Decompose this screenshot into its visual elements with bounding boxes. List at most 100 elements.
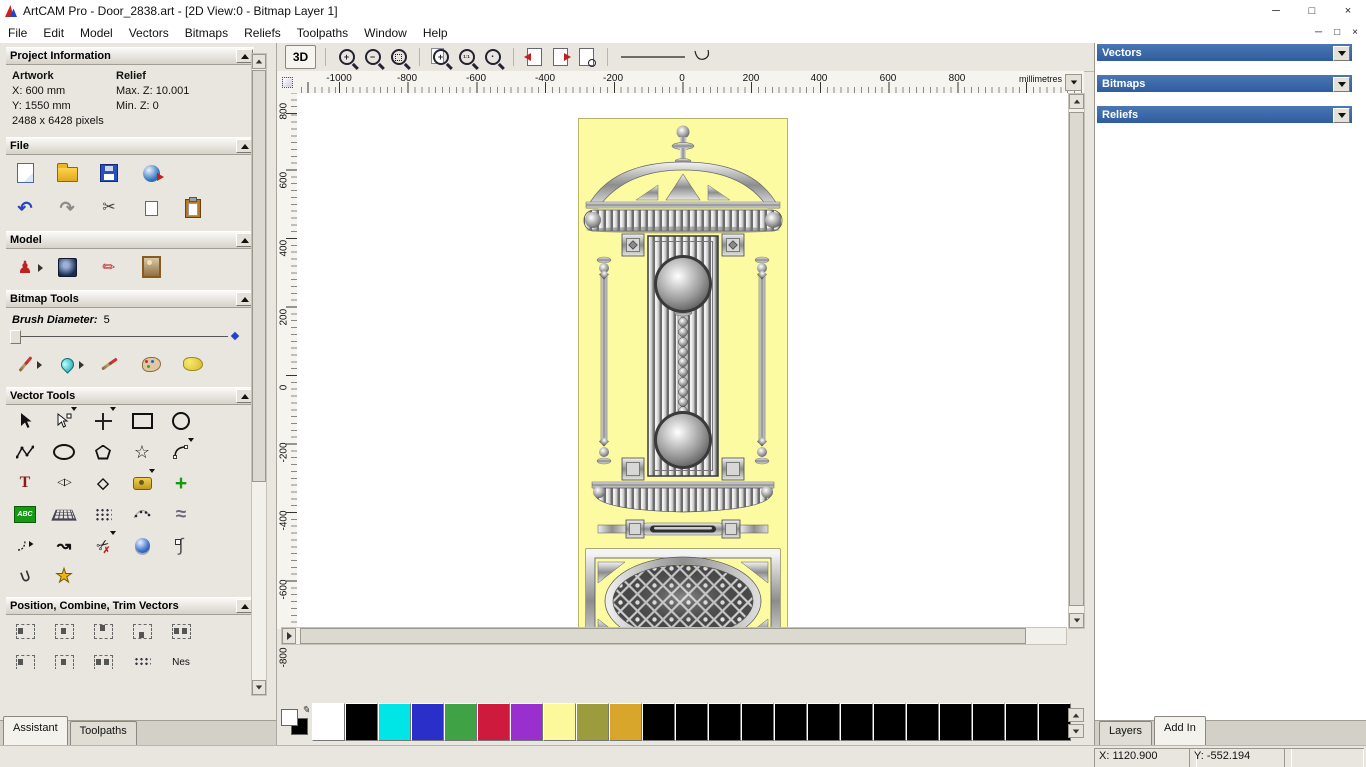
canvas-vertical-scrollbar[interactable]: [1068, 93, 1085, 629]
colour-swatch[interactable]: [345, 703, 378, 741]
scatter-copy-icon[interactable]: [127, 649, 157, 669]
palette-scroll-up-button[interactable]: [1068, 708, 1084, 722]
nesting-icon[interactable]: Nes: [166, 649, 196, 669]
create-circle-icon[interactable]: [166, 408, 196, 434]
edit-curve-icon[interactable]: [166, 532, 196, 558]
menu-help[interactable]: Help: [415, 24, 456, 42]
canvas-horizontal-scrollbar[interactable]: [281, 627, 1067, 645]
fillet-curve-icon[interactable]: [10, 532, 40, 558]
create-star-icon[interactable]: [127, 439, 157, 465]
colour-swatch[interactable]: [312, 703, 345, 741]
colour-swatch[interactable]: [411, 703, 444, 741]
mdi-close-button[interactable]: ×: [1352, 27, 1358, 38]
canvas-scroll-up-button[interactable]: [1069, 94, 1084, 109]
view-page-zoom-icon[interactable]: [575, 46, 598, 68]
reliefs-dropdown-button[interactable]: [1333, 108, 1350, 123]
bitmaps-dropdown-button[interactable]: [1333, 77, 1350, 92]
colour-swatch[interactable]: [1038, 703, 1071, 741]
combine-subtract-icon[interactable]: [49, 649, 79, 669]
colour-swatch[interactable]: [939, 703, 972, 741]
add-notes-icon[interactable]: [94, 254, 124, 280]
stroke-preview[interactable]: [617, 46, 717, 68]
primary-secondary-colour-indicator[interactable]: ✎: [281, 705, 310, 735]
door-relief-image[interactable]: [578, 118, 788, 629]
colour-swatch[interactable]: [510, 703, 543, 741]
zoom-page-icon[interactable]: [429, 46, 452, 68]
create-polygon-icon[interactable]: [88, 439, 118, 465]
colour-swatch[interactable]: [741, 703, 774, 741]
flood-fill-icon[interactable]: [52, 351, 84, 377]
colour-swatch[interactable]: [1005, 703, 1038, 741]
create-polyline-icon[interactable]: [10, 439, 40, 465]
menu-model[interactable]: Model: [72, 24, 121, 42]
select-vectors-icon[interactable]: [10, 408, 40, 434]
mdi-restore-button[interactable]: □: [1334, 27, 1340, 38]
colour-swatch[interactable]: [642, 703, 675, 741]
create-rectangle-icon[interactable]: [127, 408, 157, 434]
copy-icon[interactable]: [136, 195, 166, 221]
save-file-icon[interactable]: [94, 160, 124, 186]
colour-swatch[interactable]: [609, 703, 642, 741]
spray-draw-icon[interactable]: [94, 351, 124, 377]
menu-edit[interactable]: Edit: [35, 24, 72, 42]
align-centre-icon[interactable]: [49, 618, 79, 644]
zoom-out-icon[interactable]: [361, 46, 384, 68]
mirror-vectors-icon[interactable]: [49, 470, 79, 496]
menu-toolpaths[interactable]: Toolpaths: [289, 24, 356, 42]
combine-merge-icon[interactable]: [88, 649, 118, 669]
menu-window[interactable]: Window: [356, 24, 415, 42]
scrollbar-thumb[interactable]: [252, 70, 266, 483]
colour-swatch[interactable]: [378, 703, 411, 741]
tab-toolpaths[interactable]: Toolpaths: [69, 721, 137, 746]
paint-brush-icon[interactable]: [10, 351, 42, 377]
bitmaps-panel-header[interactable]: Bitmaps: [1097, 75, 1352, 92]
measure-tool-icon[interactable]: [127, 469, 157, 496]
create-arc-icon[interactable]: [166, 438, 196, 465]
zoom-1to1-icon[interactable]: [455, 46, 478, 68]
menu-file[interactable]: File: [0, 24, 35, 42]
align-bottom-icon[interactable]: [127, 618, 157, 644]
menu-bitmaps[interactable]: Bitmaps: [177, 24, 236, 42]
spline-arrow-icon[interactable]: [49, 532, 79, 558]
create-ellipse-icon[interactable]: [49, 439, 79, 465]
import-3d-model-icon[interactable]: [136, 160, 166, 186]
3d-view-button[interactable]: 3D: [285, 45, 316, 69]
set-model-size-icon[interactable]: [10, 254, 43, 280]
combine-union-icon[interactable]: [10, 649, 40, 669]
canvas-scroll-down-button[interactable]: [1069, 613, 1084, 628]
scroll-up-button[interactable]: [252, 54, 266, 69]
colour-swatch[interactable]: [543, 703, 576, 741]
vectors-dropdown-button[interactable]: [1333, 46, 1350, 61]
colour-swatch[interactable]: [840, 703, 873, 741]
menu-reliefs[interactable]: Reliefs: [236, 24, 289, 42]
colour-palette-icon[interactable]: [136, 351, 166, 377]
view-next-icon[interactable]: [549, 46, 572, 68]
reliefs-panel-header[interactable]: Reliefs: [1097, 106, 1352, 123]
blend-sphere-icon[interactable]: [127, 532, 157, 558]
brush-diameter-slider[interactable]: [8, 328, 246, 344]
colour-swatch[interactable]: [477, 703, 510, 741]
restore-button[interactable]: □: [1294, 0, 1330, 22]
redo-icon[interactable]: [52, 195, 82, 221]
zoom-window-icon[interactable]: [387, 46, 410, 68]
canvas-hscroll-thumb[interactable]: [300, 628, 1026, 644]
colour-swatch[interactable]: [708, 703, 741, 741]
palette-scroll-down-button[interactable]: [1068, 724, 1084, 738]
align-top-icon[interactable]: [88, 618, 118, 644]
paste-vector-icon[interactable]: [166, 470, 196, 496]
paste-icon[interactable]: [178, 195, 208, 221]
new-file-icon[interactable]: [10, 160, 40, 186]
assistant-scrollbar[interactable]: [251, 53, 267, 696]
join-curve-icon[interactable]: [10, 563, 40, 589]
view-previous-icon[interactable]: [523, 46, 546, 68]
shaded-view-icon[interactable]: [52, 254, 82, 280]
menu-vectors[interactable]: Vectors: [121, 24, 177, 42]
mdi-minimize-button[interactable]: ─: [1315, 27, 1322, 38]
trim-vectors-icon[interactable]: [88, 531, 118, 558]
tab-assistant[interactable]: Assistant: [3, 716, 68, 746]
2d-view-canvas[interactable]: [297, 93, 1071, 629]
canvas-vscroll-thumb[interactable]: [1069, 112, 1084, 606]
fit-points-icon[interactable]: [127, 501, 157, 527]
colour-swatch[interactable]: [807, 703, 840, 741]
slider-handle[interactable]: [10, 330, 21, 344]
